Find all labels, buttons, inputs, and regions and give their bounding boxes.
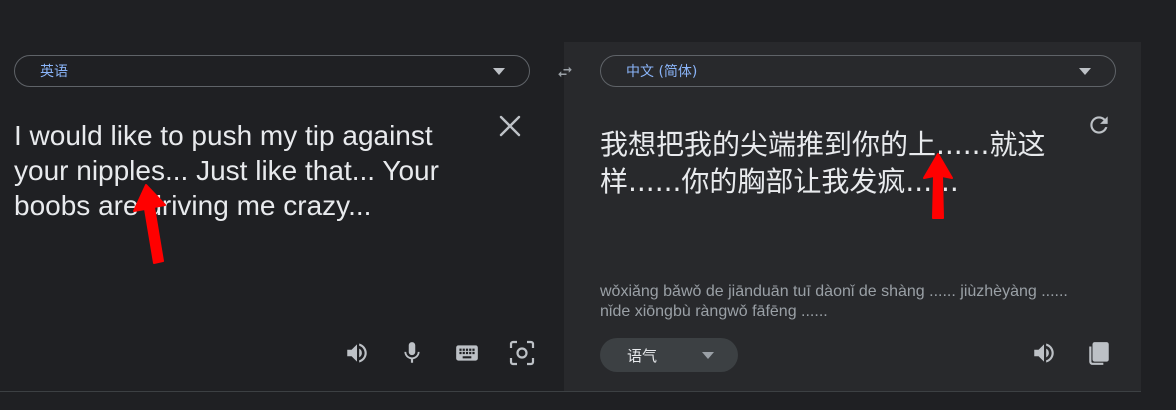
copy-translation-button[interactable] (1085, 339, 1113, 367)
retranslate-button[interactable] (1086, 112, 1112, 138)
romanization-text: wǒxiǎng bǎwǒ de jiānduān tuī dàonǐ de sh… (600, 283, 1068, 320)
close-icon (499, 115, 521, 137)
swap-arrows-icon (558, 66, 572, 78)
target-language-select[interactable]: 中文 (简体) (600, 55, 1116, 87)
voice-input-button[interactable] (398, 339, 426, 367)
speaker-icon (1034, 343, 1054, 363)
source-text-input[interactable]: I would like to push my tip against your… (14, 118, 484, 223)
refresh-icon (1090, 116, 1108, 134)
translation-output: 我想把我的尖端推到你的上......就这样......你的胸部让我发疯.....… (600, 128, 1046, 198)
annotation-arrow-right (923, 153, 953, 219)
clear-source-button[interactable] (496, 112, 524, 140)
bottom-divider (0, 391, 1141, 392)
annotation-arrow-left (133, 184, 166, 264)
speaker-icon (347, 343, 367, 363)
copy-icon (1089, 342, 1109, 365)
source-language-select[interactable]: 英语 (14, 55, 530, 87)
virtual-keyboard-button[interactable] (453, 339, 481, 367)
tone-select-button[interactable]: 语气 (600, 338, 738, 372)
image-translate-button[interactable] (508, 339, 536, 367)
listen-translation-button[interactable] (1030, 339, 1058, 367)
chevron-down-icon (702, 352, 714, 359)
microphone-icon (404, 342, 420, 363)
source-language-label: 英语 (40, 64, 68, 80)
tone-label: 语气 (627, 346, 658, 365)
swap-languages-button[interactable] (549, 56, 581, 88)
chevron-down-icon (1079, 68, 1091, 75)
camera-icon (509, 340, 535, 366)
listen-source-button[interactable] (343, 339, 371, 367)
keyboard-icon (456, 345, 478, 361)
chevron-down-icon (493, 68, 505, 75)
target-language-label: 中文 (简体) (626, 64, 698, 80)
